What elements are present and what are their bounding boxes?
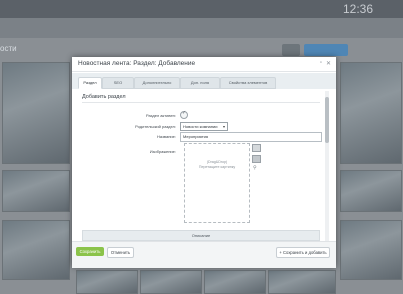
image-dropzone[interactable]: (Drag&Drop) Перетащите картинку <box>184 143 250 223</box>
dialog-footer: Сохранить Отменить + Сохранить и добавит… <box>72 241 336 268</box>
dialog-scrollbar[interactable] <box>325 91 329 241</box>
background-tile <box>76 270 138 294</box>
background-tile <box>268 270 336 294</box>
background-tile <box>140 270 202 294</box>
background-subbar <box>0 18 403 38</box>
chevron-down-icon: ▾ <box>222 124 225 129</box>
tab-element-properties[interactable]: Свойства элементов <box>220 77 276 89</box>
parent-section-label: Родительский раздел: <box>135 124 176 129</box>
menu-icon[interactable] <box>252 144 261 152</box>
name-input[interactable]: Мероприятия <box>180 132 322 142</box>
name-label: Название: <box>157 134 176 139</box>
dialog-tabs: Раздел SEO Дополнительно Доп. поля Свойс… <box>72 73 336 89</box>
section-divider <box>82 102 320 103</box>
background-tile <box>340 220 402 280</box>
search-icon[interactable]: ⚲ <box>253 165 257 171</box>
dropzone-instruction: Перетащите картинку <box>198 165 236 169</box>
tab-seo[interactable]: SEO <box>102 77 134 89</box>
tab-extra-fields[interactable]: Доп. поля <box>180 77 220 89</box>
cancel-button[interactable]: Отменить <box>107 247 134 258</box>
dialog-content: Добавить раздел Раздел активен: Родитель… <box>78 91 328 241</box>
background-tile <box>340 170 402 212</box>
background-tile <box>2 62 70 164</box>
parent-section-select[interactable]: Новости компании ▾ <box>180 122 228 131</box>
background-button <box>282 44 300 56</box>
tab-additional[interactable]: Дополнительно <box>134 77 180 89</box>
description-section-toggle[interactable]: Описание <box>82 230 320 241</box>
active-checkbox[interactable] <box>180 110 188 119</box>
scrollbar-thumb[interactable] <box>325 97 329 143</box>
dialog-header: Новостная лента: Раздел: Добавление ▫ ✕ <box>72 57 336 72</box>
background-tile <box>204 270 266 294</box>
active-label: Раздел активен: <box>145 113 176 118</box>
add-section-dialog: Новостная лента: Раздел: Добавление ▫ ✕ … <box>72 57 336 268</box>
section-title: Добавить раздел <box>82 94 126 100</box>
image-label: Изображение: <box>149 149 176 154</box>
maximize-icon[interactable]: ▫ <box>320 60 322 66</box>
save-button[interactable]: Сохранить <box>76 247 104 256</box>
parent-section-value: Новости компании <box>183 124 218 129</box>
dropzone-hint: (Drag&Drop) <box>206 160 228 164</box>
background-page-heading: ости <box>0 44 17 53</box>
background-tile <box>2 170 70 212</box>
save-and-add-button[interactable]: + Сохранить и добавить <box>276 247 330 258</box>
background-tile <box>340 62 402 164</box>
tab-section[interactable]: Раздел <box>78 77 102 89</box>
background-clock: 12:36 <box>342 2 373 16</box>
dialog-title: Новостная лента: Раздел: Добавление <box>78 60 196 67</box>
image-icon[interactable] <box>252 155 261 163</box>
background-add-button <box>304 44 348 56</box>
background-tile <box>2 220 70 280</box>
close-icon[interactable]: ✕ <box>326 60 331 67</box>
